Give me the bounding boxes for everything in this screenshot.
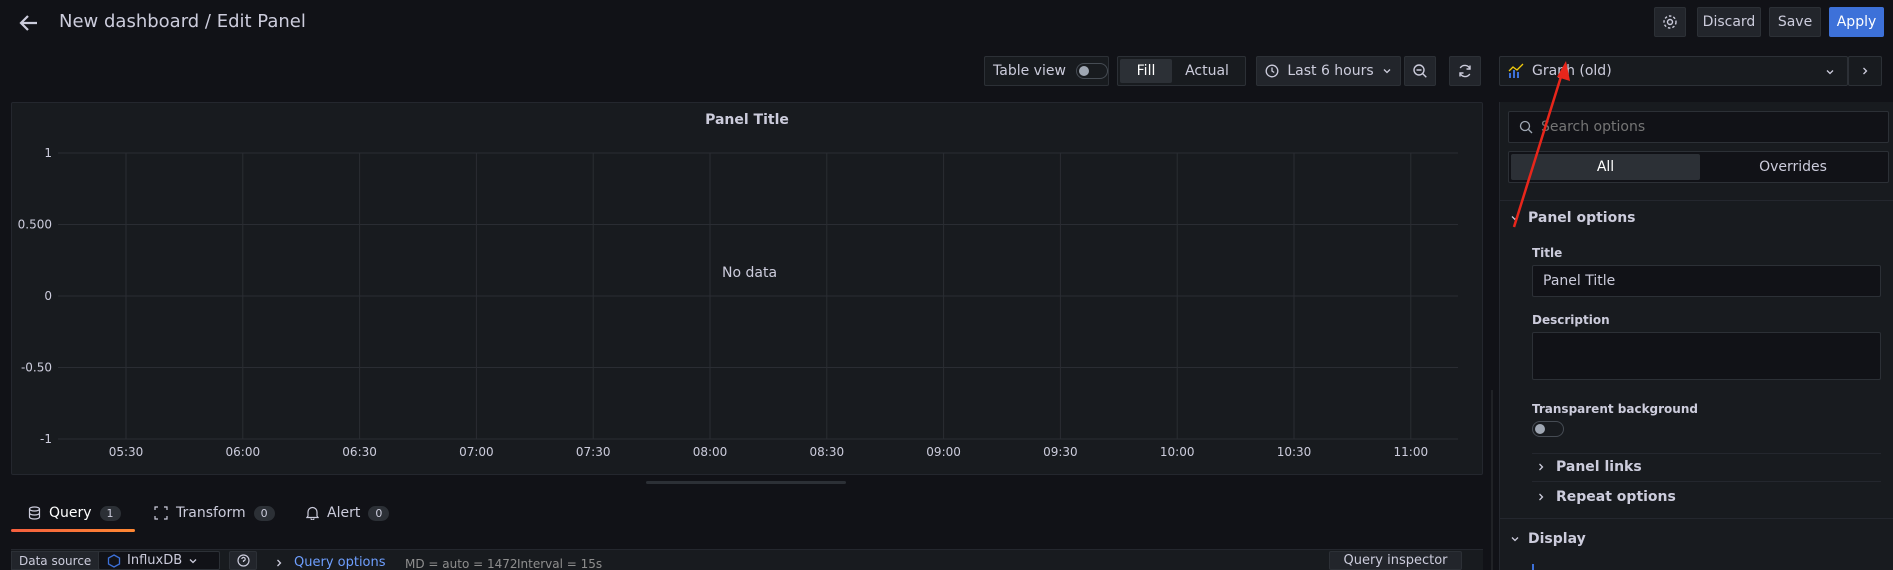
max-datapoints-info: MD = auto = 1472 <box>405 557 518 570</box>
table-view-toggle[interactable]: Table view <box>984 56 1109 86</box>
tab-query-label: Query <box>49 505 92 521</box>
datasource-label: Data source <box>11 551 100 570</box>
chevron-down-icon <box>1826 70 1834 75</box>
chevron-down-icon <box>1511 537 1519 542</box>
x-tick-label: 07:30 <box>576 445 611 459</box>
resize-handle[interactable] <box>646 481 846 484</box>
no-data-label: No data <box>722 265 778 281</box>
save-button[interactable]: Save <box>1769 7 1821 37</box>
x-tick-label: 10:00 <box>1160 445 1195 459</box>
page-title: New dashboard / Edit Panel <box>59 11 306 32</box>
tab-alert[interactable]: Alert 0 <box>306 505 390 521</box>
title-field[interactable]: Panel Title <box>1532 265 1881 297</box>
y-tick-label: -1 <box>40 432 52 446</box>
panel-links-header[interactable]: Panel links <box>1536 459 1642 475</box>
table-view-label: Table view <box>993 63 1066 79</box>
x-tick-label: 05:30 <box>109 445 144 459</box>
arrow-left-icon <box>19 15 37 31</box>
x-tick-label: 08:30 <box>810 445 845 459</box>
discard-button[interactable]: Discard <box>1697 7 1761 37</box>
description-field[interactable] <box>1532 332 1881 380</box>
chevron-right-icon <box>1863 67 1868 75</box>
display-content-edge <box>1532 564 1534 570</box>
chevron-right-icon <box>1539 463 1544 471</box>
fill-button[interactable]: Fill <box>1120 59 1172 83</box>
tab-query-count: 1 <box>99 505 121 521</box>
query-inspector-button[interactable]: Query inspector <box>1329 551 1462 570</box>
actual-button[interactable]: Actual <box>1172 59 1242 83</box>
refresh-icon <box>1459 64 1471 78</box>
y-tick-label: 0.500 <box>18 218 52 232</box>
datasource-name: InfluxDB <box>127 553 183 568</box>
x-tick-label: 09:00 <box>926 445 961 459</box>
tab-overrides[interactable]: Overrides <box>1700 154 1886 180</box>
time-range-label: Last 6 hours <box>1287 63 1374 79</box>
tab-query[interactable]: Query 1 <box>28 505 121 521</box>
x-tick-label: 11:00 <box>1394 445 1429 459</box>
chevron-down-icon <box>1383 69 1391 74</box>
transform-icon <box>154 506 168 520</box>
section-divider <box>1532 481 1881 482</box>
x-tick-label: 06:00 <box>226 445 261 459</box>
fill-actual-group: Fill Actual <box>1117 56 1246 86</box>
tab-transform-count: 0 <box>253 505 275 521</box>
y-tick-label: -0.50 <box>21 361 52 375</box>
bell-icon <box>306 506 319 520</box>
options-divider <box>1500 518 1893 519</box>
x-tick-label: 07:00 <box>459 445 494 459</box>
query-options-toggle[interactable]: Query options <box>274 555 386 570</box>
title-field-value: Panel Title <box>1543 273 1616 289</box>
x-tick-label: 06:30 <box>342 445 377 459</box>
refresh-button[interactable] <box>1449 56 1481 86</box>
chevron-right-icon <box>277 559 282 566</box>
repeat-options-header[interactable]: Repeat options <box>1536 489 1676 505</box>
zoom-out-button[interactable] <box>1404 56 1436 86</box>
y-tick-label: 1 <box>44 146 52 160</box>
active-tab-indicator <box>11 529 135 532</box>
graph-canvas: 1 0.500 0 -0.50 -1 05:30 06:00 06:30 07:00 07:30 0… <box>18 146 1458 459</box>
panel-preview: Panel Title 1 0.500 0 -0.50 -1 05:30 06:00 06:3… <box>11 102 1483 475</box>
tab-alert-label: Alert <box>327 505 361 521</box>
annotation-arrow <box>1512 61 1570 228</box>
display-label: Display <box>1528 531 1586 547</box>
tab-transform-label: Transform <box>176 505 246 521</box>
tab-alert-count: 0 <box>368 505 390 521</box>
influxdb-icon <box>107 553 121 568</box>
x-tick-label: 10:30 <box>1277 445 1312 459</box>
panel-links-label: Panel links <box>1556 459 1642 475</box>
title-field-label: Title <box>1532 246 1563 260</box>
search-options-input[interactable] <box>1541 119 1861 135</box>
interval-info: Interval = 15s <box>517 557 603 570</box>
clock-icon <box>1265 64 1279 78</box>
apply-button[interactable]: Apply <box>1829 7 1884 37</box>
datasource-help-button[interactable] <box>229 551 257 570</box>
x-tick-label: 08:00 <box>693 445 728 459</box>
database-icon <box>28 506 41 520</box>
tab-transform[interactable]: Transform 0 <box>154 505 275 521</box>
y-tick-label: 0 <box>44 289 52 303</box>
description-field-label: Description <box>1532 313 1610 327</box>
question-circle-icon <box>236 554 250 567</box>
repeat-options-label: Repeat options <box>1556 489 1676 505</box>
time-range-picker[interactable]: Last 6 hours <box>1256 56 1401 86</box>
datasource-picker[interactable]: InfluxDB <box>98 551 220 570</box>
settings-button[interactable] <box>1654 7 1686 37</box>
transparent-background-label: Transparent background <box>1532 402 1698 416</box>
zoom-out-icon <box>1413 64 1427 78</box>
section-divider <box>1532 453 1881 454</box>
query-options-label: Query options <box>294 555 386 570</box>
chevron-right-icon <box>1539 493 1544 501</box>
x-tick-label: 09:30 <box>1043 445 1078 459</box>
table-view-switch[interactable] <box>1075 63 1108 79</box>
vertical-splitter[interactable] <box>1491 390 1493 570</box>
back-button[interactable] <box>16 10 42 36</box>
collapse-options-button[interactable] <box>1848 56 1882 86</box>
display-header[interactable]: Display <box>1510 531 1586 547</box>
chevron-down-icon <box>189 558 197 563</box>
gear-icon <box>1663 15 1677 29</box>
transparent-background-switch[interactable] <box>1532 421 1564 437</box>
